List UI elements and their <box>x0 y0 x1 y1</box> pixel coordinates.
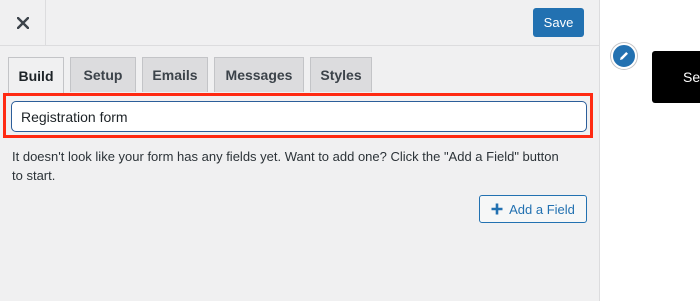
editor-tabs: Build Setup Emails Messages Styles <box>8 57 378 93</box>
form-editor-panel: Save Build Setup Emails Messages Styles … <box>0 0 600 301</box>
add-field-label: Add a Field <box>509 201 575 217</box>
side-action-button[interactable]: Se <box>652 51 700 103</box>
add-field-button[interactable]: Add a Field <box>479 195 587 223</box>
empty-form-help-text: It doesn't look like your form has any f… <box>12 149 559 183</box>
tab-messages[interactable]: Messages <box>214 57 304 92</box>
save-button[interactable]: Save <box>533 8 584 37</box>
close-button[interactable] <box>0 0 46 45</box>
tab-styles[interactable]: Styles <box>310 57 372 92</box>
edit-button[interactable] <box>611 43 637 69</box>
editor-toolbar: Save <box>0 0 599 46</box>
form-name-input[interactable] <box>11 101 587 132</box>
tab-emails[interactable]: Emails <box>142 57 208 92</box>
tab-build[interactable]: Build <box>8 57 64 93</box>
pencil-icon <box>620 52 628 60</box>
tab-setup[interactable]: Setup <box>70 57 136 92</box>
plus-icon <box>491 203 503 215</box>
close-icon <box>16 16 29 29</box>
